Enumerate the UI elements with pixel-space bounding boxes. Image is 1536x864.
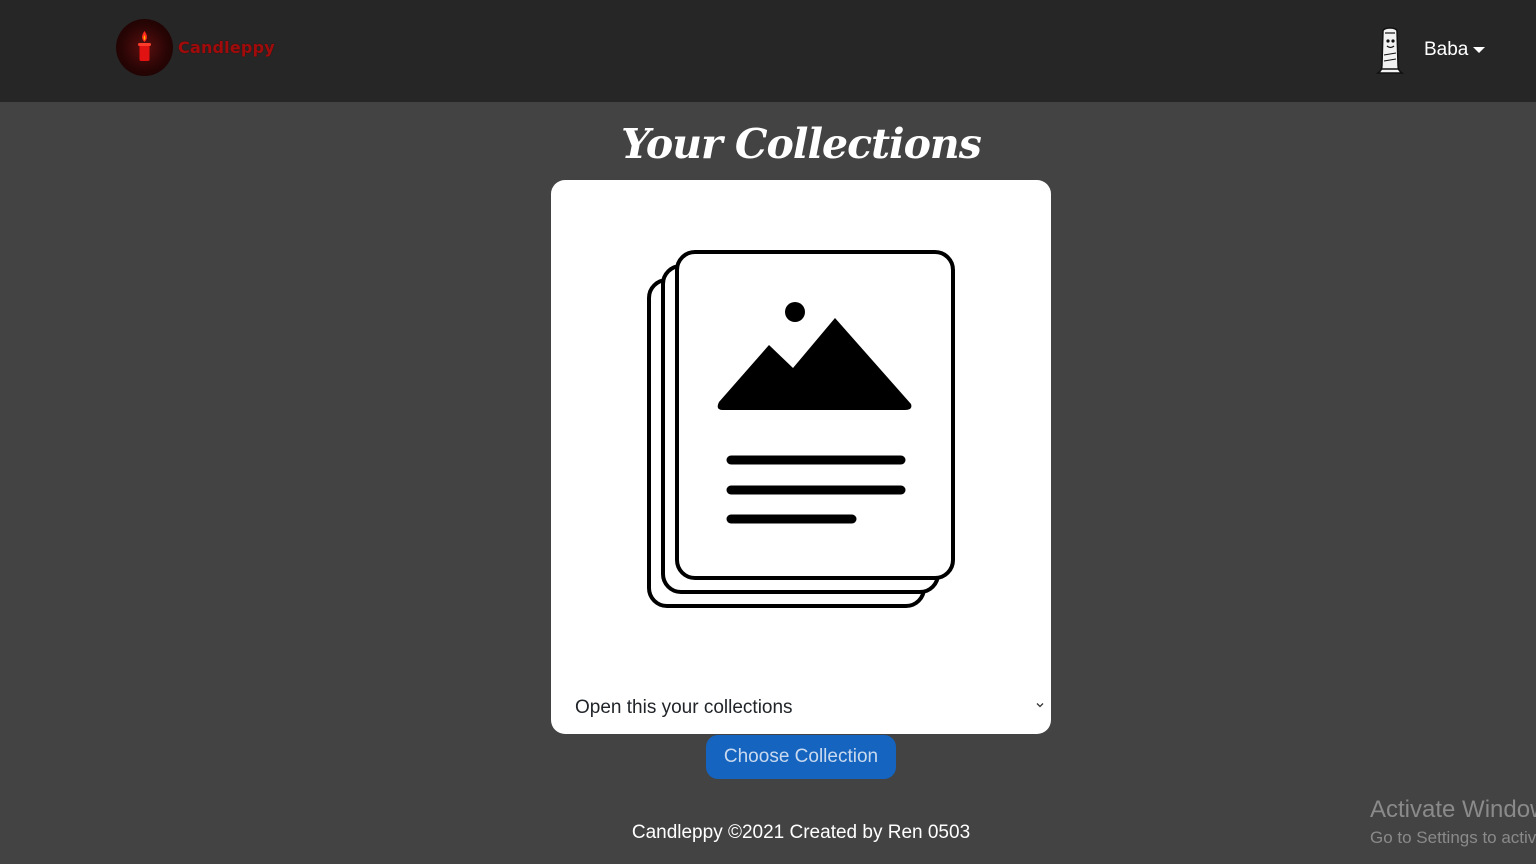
footer-text: Candleppy ©2021 Created by Ren 0503 [631,822,971,843]
user-menu-dropdown[interactable]: Baba [1372,24,1486,76]
collection-select[interactable]: Open this your collections [551,688,1051,728]
collection-stack-icon [647,250,955,608]
collection-card [551,180,1051,734]
activate-windows-watermark: Activate Windows Go to Settings to activ… [1370,796,1536,848]
candle-logo-icon [116,19,173,76]
collection-select-value: Open this your collections [575,697,793,718]
caret-down-icon [1473,47,1486,53]
watermark-subtitle: Go to Settings to activate Windows. [1370,828,1536,847]
choose-collection-button[interactable]: Choose Collection [706,735,896,779]
user-avatar-icon [1375,27,1405,74]
page-title: Your Collections [621,120,982,168]
watermark-title: Activate Windows [1370,796,1536,823]
brand-name: Candleppy [178,38,275,57]
navbar: Candleppy Baba [0,0,1536,102]
brand-link[interactable]: Candleppy [116,19,275,76]
chevron-down-icon [1036,703,1044,708]
user-name: Baba [1424,39,1469,60]
